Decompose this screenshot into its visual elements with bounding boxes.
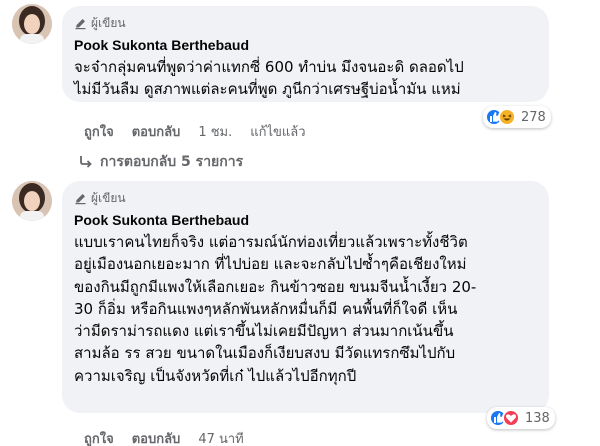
reply-button[interactable]: ตอบกลับ: [132, 428, 181, 446]
author-badge-row: ผู้เขียน: [74, 190, 537, 206]
comment-line: ความเจริญ เป็นจังหวัดที่เก๋ ไปแล้วไปอีกท…: [74, 366, 357, 385]
author-badge-row: ผู้เขียน: [74, 15, 537, 31]
comment-line: สามล้อ รร สวย ขนาดในเมืองก็เงียบสงบ มีวั…: [74, 344, 456, 363]
laughing-face-icon: [498, 108, 516, 126]
comment-bubble: ผู้เขียน Pook Sukonta Berthebaud แบบเราค…: [62, 181, 549, 413]
reaction-count: 138: [525, 410, 550, 426]
reaction-count: 278: [521, 109, 546, 125]
comment-line: อยู่เมืองนอกเยอะมาก ที่ไปบ่อย และจะกลับไ…: [74, 255, 467, 274]
comment-actions: ถูกใจ ตอบกลับ 1 ชม. แก้ไขแล้ว: [84, 121, 324, 142]
reply-button[interactable]: ตอบกลับ: [132, 121, 181, 142]
comment-text: จะจ๋ากลุ่มคนที่พูดว่าค่าแทกซี่ 600 ทำบ่น…: [74, 56, 537, 101]
comment-line: 30 ก็อิ่ม หรือกินแพงๆหลักพันหลักหมื่นก็ม…: [74, 299, 458, 318]
comment-line: แบบเราคนไทยก็จริง แต่อารมณ์นักท่องเที่ยว…: [74, 233, 468, 251]
like-button[interactable]: ถูกใจ: [84, 428, 114, 446]
avatar[interactable]: [12, 4, 52, 44]
author-badge-label: ผู้เขียน: [91, 190, 126, 205]
author-badge-label: ผู้เขียน: [91, 15, 126, 30]
comment-actions: ถูกใจ ตอบกลับ 47 นาที: [84, 428, 262, 446]
comment-text: แบบเราคนไทยก็จริง แต่อารมณ์นักท่องเที่ยว…: [74, 231, 537, 387]
reaction-summary[interactable]: 278: [483, 106, 551, 128]
like-button[interactable]: ถูกใจ: [84, 121, 114, 142]
author-name[interactable]: Pook Sukonta Berthebaud: [74, 212, 537, 228]
view-replies-link[interactable]: การตอบกลับ 5 รายการ: [78, 151, 243, 173]
replies-label: การตอบกลับ 5 รายการ: [100, 154, 244, 170]
comment-line: จะจ๋ากลุ่มคนที่พูดว่าค่าแทกซี่ 600 ทำบ่น…: [74, 58, 464, 76]
reply-arrow-icon: [78, 154, 94, 170]
timestamp[interactable]: 47 นาที: [198, 428, 243, 446]
edited-label: แก้ไขแล้ว: [250, 125, 306, 140]
comment-bubble: ผู้เขียน Pook Sukonta Berthebaud จะจ๋ากล…: [62, 6, 549, 102]
comment-line: ของกินมีถูกมีแพงให้เลือกเยอะ กินข้าวซอย …: [74, 277, 477, 296]
avatar[interactable]: [12, 181, 52, 221]
timestamp[interactable]: 1 ชม.: [198, 121, 232, 142]
pencil-badge-icon: [74, 17, 87, 30]
comment-line: ว่ามีดราม่ารถแดง แต่เราขึ้นไม่เคยมีปัญหา…: [74, 322, 454, 341]
heart-icon: [502, 409, 520, 427]
author-name[interactable]: Pook Sukonta Berthebaud: [74, 37, 537, 53]
pencil-badge-icon: [74, 192, 87, 205]
comment-line: ไม่มีวันลืม ดูสภาพแต่ละคนที่พูด ภูนีกว่า…: [74, 80, 461, 99]
reaction-summary[interactable]: 138: [487, 407, 555, 429]
